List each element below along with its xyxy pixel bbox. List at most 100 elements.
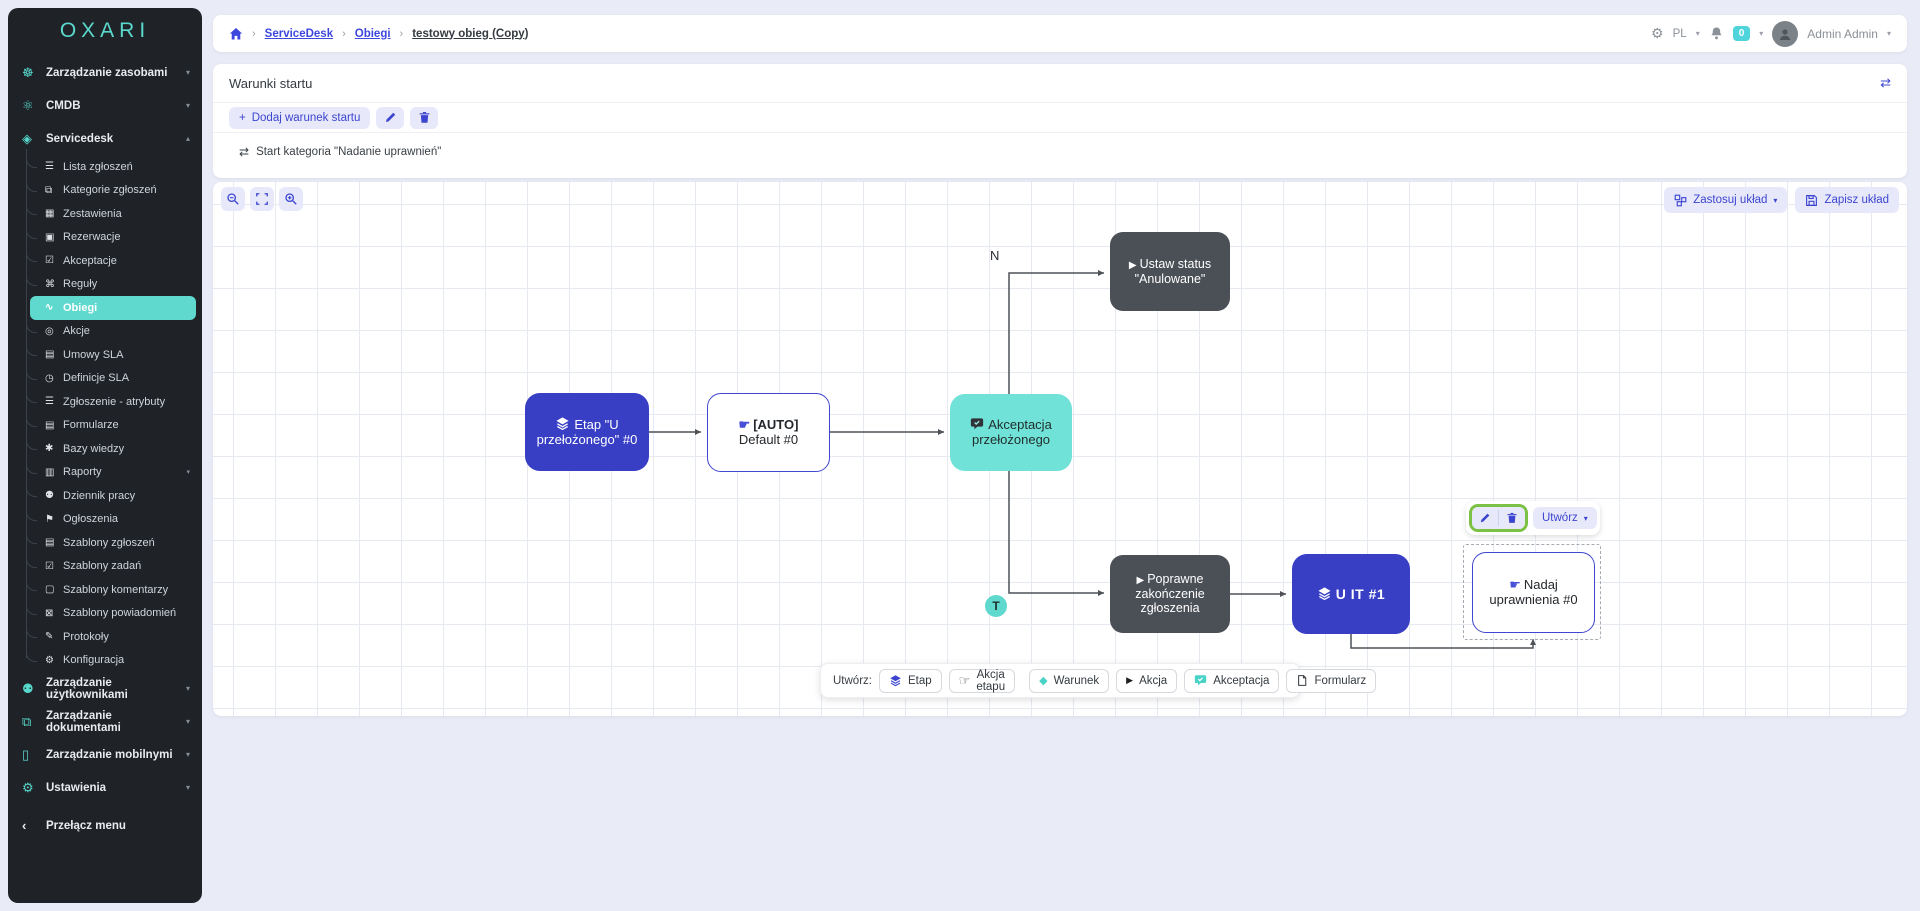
group-label: Zarządzanie mobilnymi [46,749,173,761]
chevron-left-icon: ‹ [22,818,46,833]
node-ustaw-status-anulowane[interactable]: ▶Ustaw status "Anulowane" [1110,232,1230,311]
node-auto-action[interactable]: ☛[AUTO] Default #0 [707,393,830,472]
sidebar-item[interactable]: ∿ Obiegi [30,296,196,320]
sidebar-item[interactable]: ◎ Akcje [30,320,196,344]
sidebar-item[interactable]: ✱ Bazy wiedzy [30,437,196,461]
item-label: Lista zgłoszeń [63,161,133,173]
node-label: Poprawne zakończenie zgłoszenia [1135,572,1205,615]
chevron-down-icon[interactable]: ▾ [1696,29,1700,38]
refresh-conditions-icon[interactable]: ⇄ [1880,75,1891,91]
group-icon: ⧉ [22,714,46,730]
item-icon: ⚙ [45,655,63,666]
item-label: Szablony zgłoszeń [63,537,155,549]
apply-layout-button[interactable]: Zastosuj układ ▾ [1664,187,1787,213]
settings-gear-icon[interactable]: ⚙ [1651,25,1664,42]
node-poprawne-zakonczenie[interactable]: ▶Poprawne zakończenie zgłoszenia [1110,555,1230,633]
breadcrumb-servicedesk[interactable]: ServiceDesk [265,28,333,40]
node-title: [AUTO] [753,417,798,432]
create-akcja-button[interactable]: ▶ Akcja [1116,669,1177,693]
sidebar-item[interactable]: ▥ Raporty ▾ [30,461,196,485]
node-stage-uit[interactable]: U IT #1 [1292,554,1410,634]
approval-bubble-icon [970,417,984,431]
zoom-out-button[interactable] [221,187,245,211]
item-label: Rezerwacje [63,231,120,243]
fit-view-button[interactable] [250,187,274,211]
language-selector[interactable]: PL [1673,28,1687,40]
sidebar-item[interactable]: ⚙ Konfiguracja [30,649,196,673]
person-icon [1777,26,1793,42]
sidebar-group-item[interactable]: ▯ Zarządzanie mobilnymi ▾ [8,738,202,771]
sidebar-item[interactable]: ✎ Protokoły [30,625,196,649]
sidebar-group-item[interactable]: ☸ Zarządzanie zasobami ▾ [8,56,202,89]
chevron-down-icon: ▾ [186,717,190,726]
branch-label-no: N [990,248,999,263]
create-etap-button[interactable]: Etap [879,669,942,693]
breadcrumb-obiegi[interactable]: Obiegi [355,28,391,40]
home-icon[interactable] [229,27,243,41]
save-layout-button[interactable]: Zapisz układ [1795,187,1899,213]
user-name[interactable]: Admin Admin [1807,27,1878,41]
start-condition-row[interactable]: ⇄ Start kategoria "Nadanie uprawnień" [213,133,1907,159]
pencil-icon [1479,512,1491,524]
sidebar-item[interactable]: ☰ Lista zgłoszeń [30,155,196,179]
edit-node-button[interactable] [1472,507,1498,529]
sidebar-item[interactable]: ⧉ Kategorie zgłoszeń [30,179,196,203]
add-start-condition-button[interactable]: + Dodaj warunek startu [229,107,370,129]
sidebar-item[interactable]: ▣ Rezerwacje [30,226,196,250]
notification-badge[interactable]: 0 [1733,26,1751,41]
sidebar-group-item[interactable]: ⚛ CMDB ▾ [8,89,202,122]
sidebar-item[interactable]: ▢ Szablony komentarzy [30,578,196,602]
node-create-dropdown[interactable]: Utwórz ▾ [1533,507,1597,529]
group-label: Servicedesk [46,133,113,145]
sidebar-item[interactable]: ▤ Szablony zgłoszeń [30,531,196,555]
node-stage-u-przelozonego[interactable]: Etap "U przełożonego" #0 [525,393,649,471]
chevron-down-icon[interactable]: ▾ [1759,29,1763,38]
sidebar-group-item[interactable]: ⚙ Ustawienia ▾ [8,771,202,804]
node-label: U IT #1 [1336,586,1385,602]
node-akceptacja-przelozonego[interactable]: Akceptacja przełożonego [950,394,1072,471]
create-akceptacja-button[interactable]: Akceptacja [1184,669,1279,693]
sidebar-group-item[interactable]: ⧉ Zarządzanie dokumentami ▾ [8,705,202,738]
edit-condition-button[interactable] [376,107,404,129]
sidebar-item[interactable]: ▤ Umowy SLA [30,343,196,367]
item-label: Szablony zadań [63,560,141,572]
sidebar-item[interactable]: ☑ Szablony zadań [30,555,196,579]
item-label: Zgłoszenie - atrybuty [63,396,165,408]
create-akcja-etapu-button[interactable]: ☞ Akcja etapu [949,669,1015,693]
sidebar-item[interactable]: ⚉ Dziennik pracy [30,484,196,508]
breadcrumb-current[interactable]: testowy obieg (Copy) [412,28,528,40]
fullscreen-icon [255,192,269,206]
zoom-in-button[interactable] [279,187,303,211]
sidebar-item[interactable]: ⌘ Reguły [30,273,196,297]
node-label: Ustaw status "Anulowane" [1135,257,1212,286]
item-label: Zestawienia [63,208,122,220]
user-avatar[interactable] [1772,21,1798,47]
delete-node-button[interactable] [1499,507,1525,529]
item-icon: ▤ [45,420,63,431]
item-icon: ▦ [45,208,63,219]
breadcrumb-separator: › [252,28,256,40]
create-warunek-button[interactable]: ◆ Warunek [1029,669,1109,693]
chevron-down-icon: ▾ [1584,514,1588,523]
sidebar-item[interactable]: ◷ Definicje SLA [30,367,196,391]
delete-condition-button[interactable] [410,107,438,129]
group-icon: ☸ [22,65,46,81]
workflow-canvas[interactable]: Zastosuj układ ▾ Zapisz układ Etap "U pr… [213,182,1907,716]
oxari-logo: OXARI [8,8,202,54]
chevron-down-icon[interactable]: ▾ [1887,29,1891,38]
hand-pointer-icon: ☛ [739,417,751,432]
sidebar-group-item[interactable]: ◈ Servicedesk ▴ [8,122,202,155]
sidebar-item[interactable]: ☰ Zgłoszenie - atrybuty [30,390,196,414]
sidebar-item[interactable]: ▦ Zestawienia [30,202,196,226]
sidebar-item[interactable]: ☑ Akceptacje [30,249,196,273]
breadcrumb: › ServiceDesk › Obiegi › testowy obieg (… [229,27,529,41]
sidebar-item[interactable]: ⚑ Ogłoszenia [30,508,196,532]
collapse-menu-button[interactable]: ‹ Przełącz menu [8,808,202,843]
sidebar-item[interactable]: ▤ Formularze [30,414,196,438]
create-formularz-button[interactable]: Formularz [1286,669,1376,693]
sidebar-item[interactable]: ⊠ Szablony powiadomień [30,602,196,626]
canvas-layout-toolbar: Zastosuj układ ▾ Zapisz układ [1664,187,1899,213]
bell-icon[interactable] [1709,26,1724,41]
sidebar-group-item[interactable]: ⚉ Zarządzanie użytkownikami ▾ [8,672,202,705]
node-nadaj-uprawnienia[interactable]: ☛Nadaj uprawnienia #0 [1472,552,1595,633]
